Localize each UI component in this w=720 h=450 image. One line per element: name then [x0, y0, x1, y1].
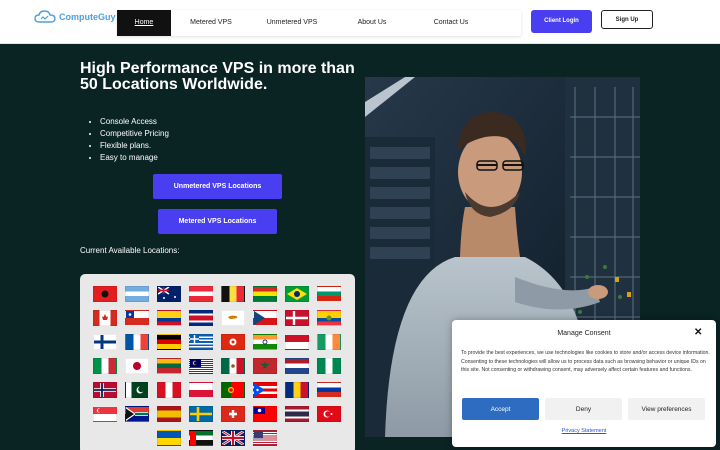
uae-flag-icon	[189, 430, 213, 446]
indonesia-flag-icon	[285, 334, 309, 350]
nav-unmetered-vps[interactable]: Unmetered VPS	[251, 10, 333, 36]
india-flag-icon	[253, 334, 277, 350]
feature-item: Easy to manage	[100, 152, 169, 164]
albania-flag-icon	[93, 286, 117, 302]
finland-flag-icon	[93, 334, 117, 350]
peru-flag-icon	[157, 382, 181, 398]
germany-flag-icon	[157, 334, 181, 350]
feature-list: Console Access Competitive Pricing Flexi…	[100, 116, 169, 164]
feature-item: Flexible plans.	[100, 140, 169, 152]
russia-flag-icon	[317, 382, 341, 398]
brazil-flag-icon	[285, 286, 309, 302]
malaysia-flag-icon	[189, 358, 213, 374]
metered-locations-button[interactable]: Metered VPS Locations	[158, 209, 277, 234]
nav-contact-us[interactable]: Contact Us	[411, 10, 491, 36]
united-states-flag-icon	[253, 430, 277, 446]
locations-label: Current Available Locations:	[80, 246, 180, 255]
sweden-flag-icon	[189, 406, 213, 422]
norway-flag-icon	[93, 382, 117, 398]
canada-flag-icon	[93, 310, 117, 326]
feature-item: Console Access	[100, 116, 169, 128]
cloud-logo-icon	[34, 10, 56, 23]
denmark-flag-icon	[285, 310, 309, 326]
logo[interactable]: ComputeGuy	[34, 9, 116, 25]
flags-panel	[80, 274, 355, 450]
france-flag-icon	[125, 334, 149, 350]
netherlands-flag-icon	[285, 358, 309, 374]
bulgaria-flag-icon	[317, 286, 341, 302]
sign-up-button[interactable]: Sign Up	[601, 10, 653, 29]
consent-dialog: Manage Consent ✕ To provide the best exp…	[452, 320, 716, 447]
puerto-rico-flag-icon	[253, 382, 277, 398]
cyprus-flag-icon	[221, 310, 245, 326]
hong-kong-flag-icon	[221, 334, 245, 350]
ukraine-flag-icon	[157, 430, 181, 446]
costa-rica-flag-icon	[189, 310, 213, 326]
pakistan-flag-icon	[125, 382, 149, 398]
consent-body: To provide the best experiences, we use …	[461, 350, 710, 373]
united-kingdom-flag-icon	[221, 429, 245, 447]
romania-flag-icon	[285, 382, 309, 398]
ireland-flag-icon	[317, 334, 341, 350]
switzerland-flag-icon	[221, 406, 245, 422]
site-header: ComputeGuy Home Metered VPS Unmetered VP…	[0, 0, 720, 44]
nigeria-flag-icon	[317, 358, 341, 374]
deny-button[interactable]: Deny	[545, 398, 622, 420]
belgium-flag-icon	[221, 286, 245, 302]
chile-flag-icon	[125, 310, 149, 326]
unmetered-locations-button[interactable]: Unmetered VPS Locations	[153, 174, 282, 199]
privacy-statement-link[interactable]: Privacy Statement	[452, 428, 716, 434]
view-preferences-button[interactable]: View preferences	[628, 398, 705, 420]
nav-metered-vps[interactable]: Metered VPS	[171, 10, 251, 36]
close-icon[interactable]: ✕	[694, 327, 702, 338]
czechia-flag-icon	[253, 310, 277, 326]
ecuador-flag-icon	[317, 310, 341, 326]
taiwan-flag-icon	[253, 406, 277, 422]
consent-title: Manage Consent	[557, 330, 611, 337]
bolivia-flag-icon	[253, 286, 277, 302]
nav-home[interactable]: Home	[117, 10, 171, 36]
feature-item: Competitive Pricing	[100, 128, 169, 140]
argentina-flag-icon	[125, 286, 149, 302]
singapore-flag-icon	[93, 406, 117, 422]
austria-flag-icon	[189, 286, 213, 302]
client-login-button[interactable]: Client Login	[531, 10, 592, 33]
nav-about-us[interactable]: About Us	[333, 10, 411, 36]
hero-title: High Performance VPS in more than 50 Loc…	[80, 60, 355, 93]
spain-flag-icon	[157, 406, 181, 422]
main-nav: Home Metered VPS Unmetered VPS About Us …	[117, 10, 521, 36]
colombia-flag-icon	[157, 310, 181, 326]
thailand-flag-icon	[285, 406, 309, 422]
accept-button[interactable]: Accept	[462, 398, 539, 420]
mexico-flag-icon	[221, 358, 245, 374]
portugal-flag-icon	[221, 382, 245, 398]
italy-flag-icon	[93, 358, 117, 374]
logo-text: ComputeGuy	[59, 12, 116, 22]
japan-flag-icon	[125, 358, 149, 374]
greece-flag-icon	[189, 334, 213, 350]
south-africa-flag-icon	[125, 406, 149, 422]
morocco-flag-icon	[253, 358, 277, 374]
australia-flag-icon	[157, 286, 181, 302]
turkey-flag-icon	[317, 406, 341, 422]
lithuania-flag-icon	[157, 358, 181, 374]
poland-flag-icon	[189, 382, 213, 398]
